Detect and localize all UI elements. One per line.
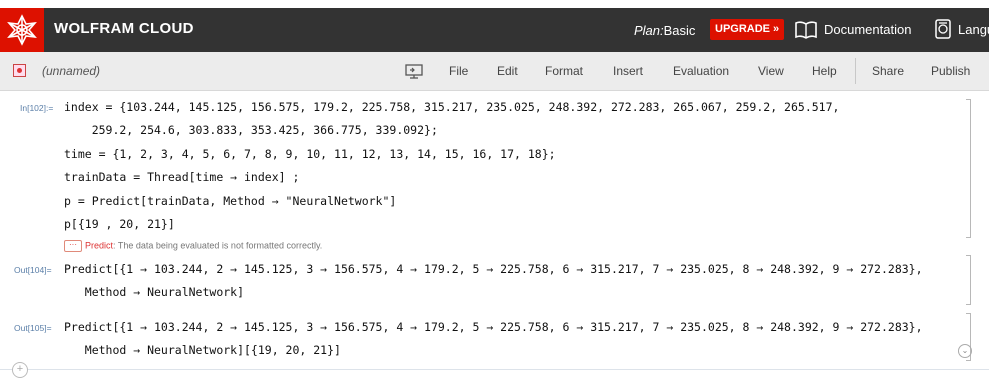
output-cell-label-2: Out[105]= <box>14 323 52 333</box>
output-cell-bracket-1[interactable] <box>966 255 971 305</box>
menu-file[interactable]: File <box>449 64 468 78</box>
input-line-3[interactable]: time = {1, 2, 3, 4, 5, 6, 7, 8, 9, 10, 1… <box>64 147 556 161</box>
menu-divider <box>855 58 856 84</box>
cell-insertion-line <box>0 369 989 370</box>
plan-indicator: Plan:Basic <box>634 23 695 38</box>
menu-view[interactable]: View <box>758 64 784 78</box>
input-cell-bracket[interactable] <box>966 99 971 238</box>
input-line-5[interactable]: p = Predict[trainData, Method → "NeuralN… <box>64 194 396 208</box>
input-line-6[interactable]: p[{19 , 20, 21}] <box>64 217 175 231</box>
notebook-area: In[102]:= index = {103.244, 145.125, 156… <box>0 91 989 378</box>
documentation-label: Documentation <box>824 22 912 37</box>
input-line-2[interactable]: 259.2, 254.6, 303.833, 353.425, 366.775,… <box>64 123 438 137</box>
output-1-line-2: Method → NeuralNetwork] <box>64 285 245 299</box>
message-text: : The data being evaluated is not format… <box>113 240 323 251</box>
presenter-icon[interactable] <box>405 63 423 79</box>
notebook-name[interactable]: (unnamed) <box>42 64 100 78</box>
menu-publish[interactable]: Publish <box>931 64 970 78</box>
plan-value: Basic <box>663 23 696 38</box>
plan-label: Plan: <box>634 23 664 38</box>
error-message: ··· Predict: The data being evaluated is … <box>64 240 322 252</box>
input-cell-label: In[102]:= <box>20 103 54 113</box>
input-line-4[interactable]: trainData = Thread[time → index] ; <box>64 170 299 184</box>
notebook-menubar: (unnamed) File Edit Format Insert Evalua… <box>0 52 989 91</box>
language-icon <box>935 19 951 39</box>
menu-evaluation[interactable]: Evaluation <box>673 64 729 78</box>
add-cell-icon[interactable]: + <box>12 362 28 378</box>
output-2-line-1: Predict[{1 → 103.244, 2 → 145.125, 3 → 1… <box>64 320 923 334</box>
top-bar: WOLFRAM CLOUD Plan:Basic UPGRADE » Docum… <box>0 8 989 52</box>
menu-format[interactable]: Format <box>545 64 583 78</box>
book-icon <box>795 21 817 39</box>
input-line-1[interactable]: index = {103.244, 145.125, 156.575, 179.… <box>64 100 839 114</box>
upgrade-button[interactable]: UPGRADE » <box>710 19 785 40</box>
output-2-line-2: Method → NeuralNetwork][{19, 20, 21}] <box>64 343 341 357</box>
message-tag: Predict <box>85 240 114 251</box>
wolfram-spikey-icon <box>7 14 37 46</box>
notebook-icon <box>13 64 26 77</box>
output-1-line-1: Predict[{1 → 103.244, 2 → 145.125, 3 → 1… <box>64 262 923 276</box>
wolfram-logo[interactable] <box>0 8 44 52</box>
message-menu-icon[interactable]: ··· <box>64 240 82 252</box>
menu-insert[interactable]: Insert <box>613 64 643 78</box>
output-cell-label-1: Out[104]= <box>14 265 52 275</box>
menu-share[interactable]: Share <box>872 64 904 78</box>
chevron-down-icon[interactable]: ⌄ <box>958 344 972 358</box>
menu-help[interactable]: Help <box>812 64 837 78</box>
brand-title: WOLFRAM CLOUD <box>54 20 194 37</box>
language-label: Langu <box>958 22 989 37</box>
menu-edit[interactable]: Edit <box>497 64 518 78</box>
